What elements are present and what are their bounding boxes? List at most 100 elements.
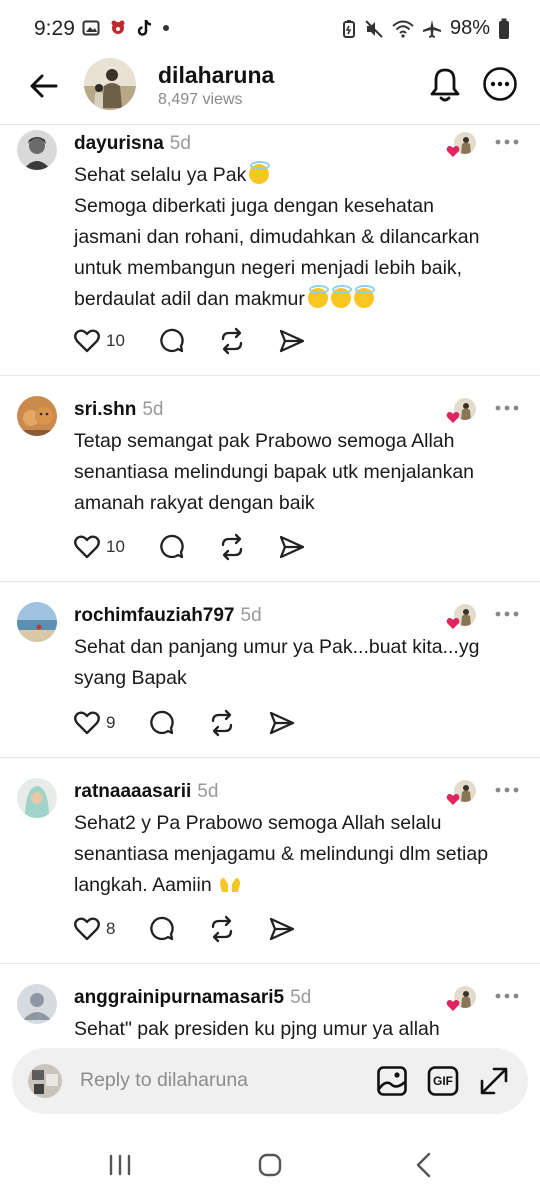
comment-line: amanah rakyat dengan baik: [74, 492, 315, 514]
smiling-halo-emoji-icon: [307, 285, 329, 308]
comment-header: anggrainipurnamasari5 5d: [74, 987, 311, 1009]
status-left-icons: [82, 18, 170, 38]
avatar[interactable]: [17, 984, 57, 1024]
share-send-icon[interactable]: [278, 533, 306, 561]
battery-saver-icon: [342, 19, 355, 38]
comment-more-icon[interactable]: [494, 992, 520, 1000]
comment-more-icon[interactable]: [494, 404, 520, 412]
share-send-icon[interactable]: [268, 915, 296, 943]
page-title[interactable]: dilaharuna: [158, 62, 274, 89]
comment-text: Tetap semangat pak Prabowo semoga Allah …: [74, 426, 524, 519]
comment-more-icon[interactable]: [494, 610, 520, 618]
thread-header: dilaharuna 8,497 views: [0, 56, 540, 125]
comment-username[interactable]: rochimfauziah797: [74, 605, 235, 626]
gif-button[interactable]: GIF: [427, 1065, 459, 1097]
comment-line: Semoga diberkati juga dengan kesehatan: [74, 195, 434, 217]
comment-username[interactable]: anggrainipurnamasari5: [74, 987, 284, 1008]
comment-more-icon[interactable]: [494, 138, 520, 146]
heart-icon: [74, 329, 100, 353]
battery-percent: 98%: [449, 17, 490, 39]
reply-bubble-icon[interactable]: [148, 915, 174, 943]
palms-up-emoji-icon: [219, 878, 240, 892]
airplane-icon: [422, 19, 441, 38]
battery-icon: [499, 18, 509, 39]
share-send-icon[interactable]: [268, 709, 296, 737]
author-liked-badge: [446, 986, 476, 1012]
reply-bubble-icon[interactable]: [158, 327, 184, 355]
nav-back-icon[interactable]: [414, 1152, 432, 1178]
avatar[interactable]: [17, 602, 57, 642]
repost-icon[interactable]: [218, 327, 246, 355]
comment-item: sri.shn 5d Tetap semangat pak Prabowo sem…: [0, 376, 540, 582]
dot-icon: [163, 25, 169, 31]
image-icon[interactable]: [376, 1065, 408, 1097]
gallery-icon: [82, 20, 100, 36]
back-arrow-icon[interactable]: [26, 68, 62, 104]
home-icon[interactable]: [258, 1153, 282, 1177]
heart-icon: [74, 917, 100, 941]
heart-filled-icon: [446, 412, 460, 423]
status-time: 9:29: [34, 17, 75, 40]
comment-username[interactable]: dayurisna: [74, 133, 164, 154]
comment-username[interactable]: ratnaaaasarii: [74, 781, 191, 802]
like-count: 8: [106, 919, 116, 938]
comment-line: Sehat2 y Pa Prabowo semoga Allah selalu: [74, 812, 442, 834]
comment-item: dayurisna 5d Sehat selalu ya Pak Semoga d…: [0, 124, 540, 376]
comment-header: ratnaaaasarii 5d: [74, 781, 218, 803]
reply-input[interactable]: Reply to dilaharuna: [80, 1069, 248, 1092]
heart-filled-icon: [446, 618, 460, 629]
repost-icon[interactable]: [218, 533, 246, 561]
avatar[interactable]: [17, 778, 57, 818]
views-count: 8,497 views: [158, 91, 243, 108]
mute-icon: [365, 19, 383, 38]
avatar[interactable]: [17, 130, 57, 170]
status-right-icons: 98%: [342, 17, 510, 40]
author-liked-badge: [446, 132, 476, 158]
heart-icon: [74, 535, 100, 559]
author-liked-badge: [446, 604, 476, 630]
comment-line: Sehat dan panjang umur ya Pak...buat kit…: [74, 636, 480, 658]
comment-text: Sehat2 y Pa Prabowo semoga Allah selalu …: [74, 808, 524, 901]
profile-avatar[interactable]: [84, 58, 136, 110]
repost-icon[interactable]: [208, 709, 236, 737]
comment-header: rochimfauziah797 5d: [74, 605, 262, 627]
comment-line: Sehat" pak presiden ku pjng umur ya alla…: [74, 1018, 440, 1040]
heart-filled-icon: [446, 1000, 460, 1011]
comment-time: 5d: [240, 605, 262, 626]
more-options-icon[interactable]: [482, 66, 518, 102]
like-button[interactable]: 10: [74, 533, 125, 561]
comment-item: anggrainipurnamasari5 5d Sehat" pak presi…: [0, 964, 540, 1048]
like-count: 10: [106, 331, 125, 350]
comment-line: berdaulat adil dan makmur: [74, 288, 305, 310]
heart-icon: [74, 711, 100, 735]
reply-bubble-icon[interactable]: [148, 709, 174, 737]
smiling-halo-emoji-icon: [249, 161, 271, 184]
like-button[interactable]: 8: [74, 915, 115, 943]
comment-text: Sehat selalu ya Pak Semoga diberkati jug…: [74, 160, 524, 315]
wifi-icon: [392, 20, 414, 38]
share-send-icon[interactable]: [278, 327, 306, 355]
comment-more-icon[interactable]: [494, 786, 520, 794]
expand-icon[interactable]: [478, 1065, 510, 1097]
comment-text: Sehat dan panjang umur ya Pak...buat kit…: [74, 632, 524, 694]
comment-time: 5d: [169, 133, 191, 154]
comment-line: Tetap semangat pak Prabowo semoga Allah: [74, 430, 455, 452]
comment-line: jasmani dan rohani, dimudahkan & dilanca…: [74, 226, 480, 248]
like-button[interactable]: 9: [74, 709, 115, 737]
recents-icon[interactable]: [108, 1154, 132, 1176]
heart-filled-icon: [446, 146, 460, 157]
comment-username[interactable]: sri.shn: [74, 399, 136, 420]
smiling-halo-emoji-icon: [330, 285, 352, 308]
author-liked-badge: [446, 398, 476, 424]
comment-line: Sehat selalu ya Pak: [74, 164, 247, 186]
reply-bubble-icon[interactable]: [158, 533, 184, 561]
system-nav-bar: [0, 1130, 540, 1200]
reply-bar: Reply to dilaharuna GIF: [12, 1048, 528, 1114]
heart-filled-icon: [446, 794, 460, 805]
like-button[interactable]: 10: [74, 327, 125, 355]
bell-icon[interactable]: [428, 64, 462, 104]
repost-icon[interactable]: [208, 915, 236, 943]
avatar[interactable]: [17, 396, 57, 436]
comment-line: senantiasa menjagamu & melindungi dlm se…: [74, 843, 489, 865]
comment-time: 5d: [290, 987, 312, 1008]
